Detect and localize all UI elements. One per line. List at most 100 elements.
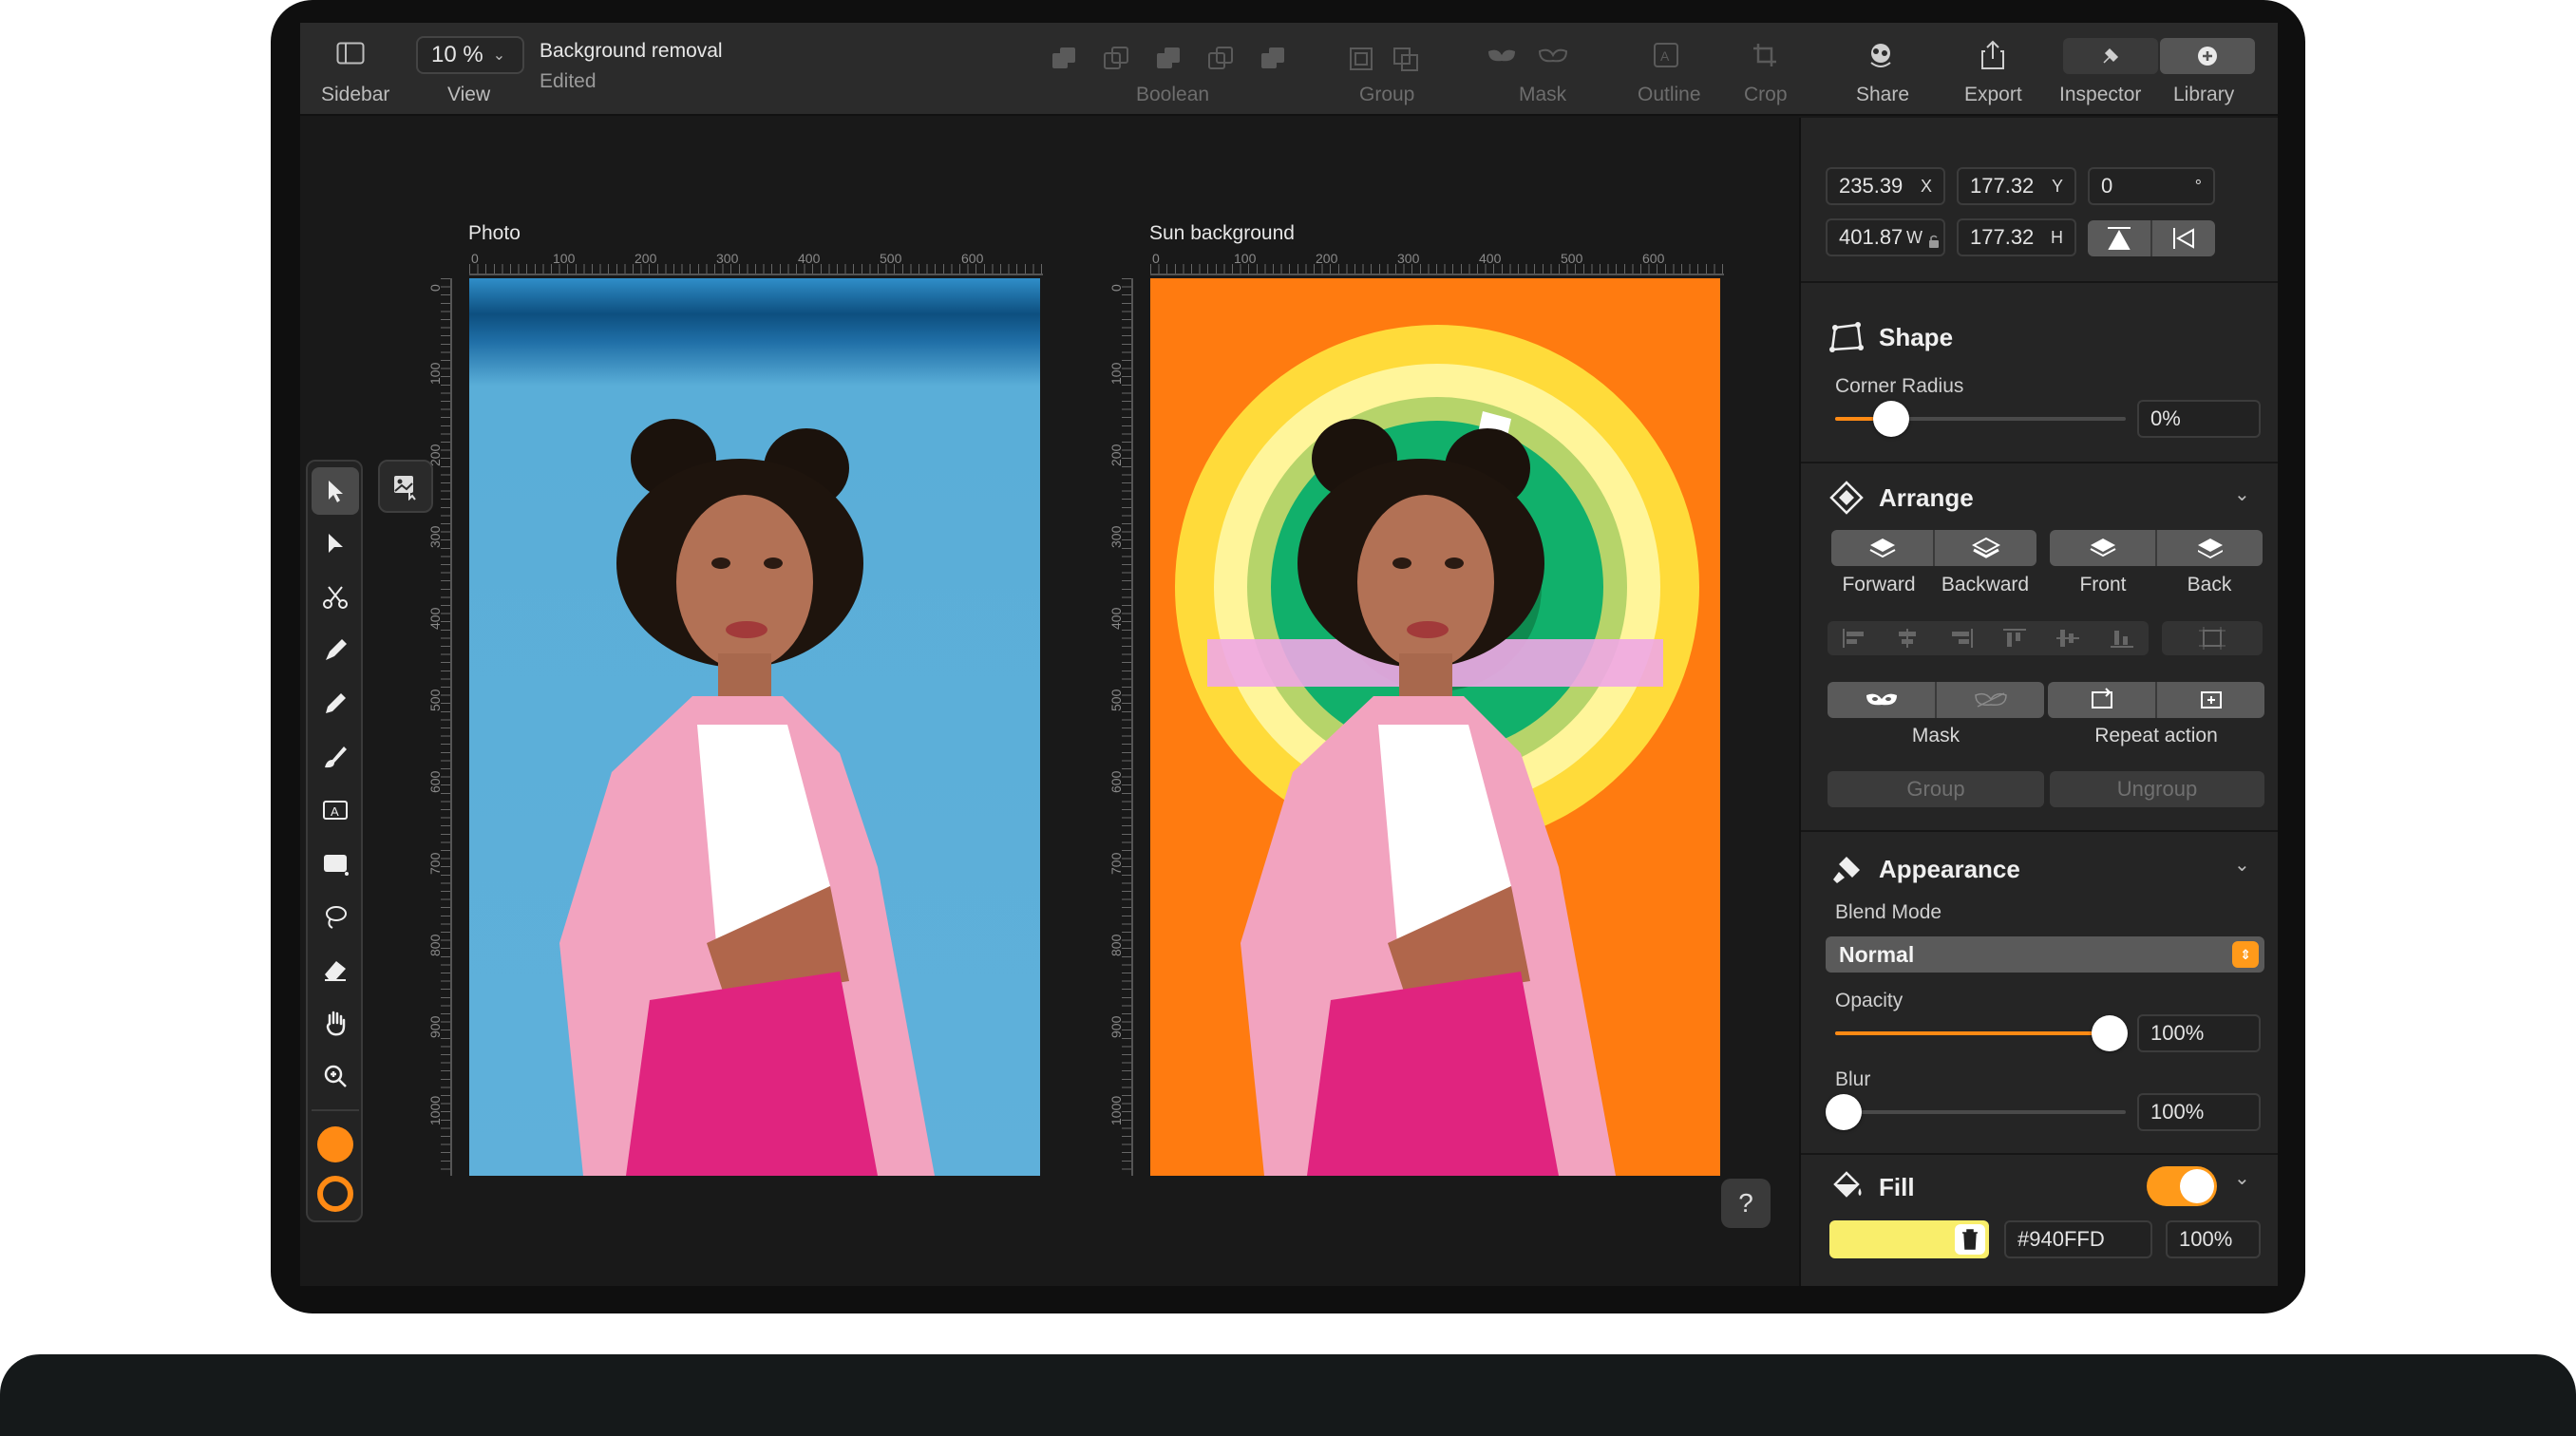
align-left-button[interactable]	[1828, 621, 1881, 655]
ruler-tick: 100	[1108, 362, 1124, 385]
sun-background-artboard[interactable]	[1150, 278, 1720, 1176]
ruler-tick: 300	[716, 251, 739, 266]
boolean-ops-icon	[1052, 47, 1284, 69]
blend-mode-select[interactable]: Normal ⇕	[1826, 936, 2264, 973]
ruler-tick: 0	[471, 251, 479, 266]
zoom-tool[interactable]	[312, 1052, 359, 1100]
brush-tool[interactable]	[312, 733, 359, 781]
arrange-chevron-down-icon[interactable]: ⌄	[2234, 482, 2250, 506]
boolean-label: Boolean	[1136, 84, 1210, 105]
export-label: Export	[1964, 84, 2022, 105]
mask-buttons	[1828, 682, 2044, 718]
rotation-field[interactable]: 0 °	[2088, 167, 2215, 205]
image-remove-bg-icon	[394, 476, 416, 501]
scissors-tool[interactable]	[312, 574, 359, 621]
rotation-value: 0	[2101, 174, 2113, 198]
crop-button[interactable]: Crop	[1725, 23, 1801, 116]
ruler-tick: 900	[1108, 1015, 1124, 1038]
ruler-tick: 700	[1108, 852, 1124, 875]
width-field[interactable]: 401.87 W	[1826, 218, 1945, 256]
photo-artboard[interactable]	[469, 278, 1040, 1176]
laptop-base	[0, 1354, 2576, 1436]
appearance-brush-icon	[1833, 857, 1860, 883]
stroke-color-swatch[interactable]	[317, 1176, 353, 1212]
repeat-add-button[interactable]	[2155, 682, 2264, 718]
text-tool[interactable]: A	[312, 786, 359, 834]
library-label: Library	[2173, 84, 2235, 105]
flip-vertical-button[interactable]	[2088, 220, 2150, 256]
delete-fill-button[interactable]	[1955, 1224, 1985, 1255]
paint-bucket-icon	[1833, 1171, 1862, 1198]
fill-color-swatch[interactable]	[1829, 1220, 1989, 1258]
appearance-chevron-down-icon[interactable]: ⌄	[2234, 853, 2250, 877]
group-button[interactable]: Group	[1828, 771, 2044, 807]
y-position-field[interactable]: 177.32 Y	[1957, 167, 2076, 205]
hand-tool[interactable]	[312, 999, 359, 1047]
mask-button[interactable]: Mask	[1485, 23, 1580, 116]
opacity-field[interactable]: 100%	[2137, 1014, 2261, 1052]
align-bottom-button[interactable]	[2095, 621, 2149, 655]
library-button[interactable]	[2160, 38, 2255, 74]
ungroup-button[interactable]: Ungroup	[2050, 771, 2264, 807]
divider	[1801, 281, 2278, 283]
corner-radius-label: Corner Radius	[1835, 375, 1964, 397]
toolbar: Sidebar 10 % ⌄ View Background removal E…	[300, 23, 2278, 116]
select-tool[interactable]	[312, 467, 359, 515]
height-field[interactable]: 177.32 H	[1957, 218, 2076, 256]
x-suffix: X	[1920, 177, 1932, 196]
blur-knob[interactable]	[1826, 1094, 1862, 1130]
x-position-field[interactable]: 235.39 X	[1826, 167, 1945, 205]
align-middle-button[interactable]	[2041, 621, 2094, 655]
flip-horizontal-button[interactable]	[2152, 220, 2215, 256]
bring-front-button[interactable]	[2050, 530, 2155, 566]
send-back-button[interactable]	[2155, 530, 2263, 566]
blur-track[interactable]	[1835, 1110, 2126, 1114]
fill-opacity-field[interactable]: 100%	[2166, 1220, 2261, 1258]
share-button[interactable]: Share	[1837, 23, 1923, 116]
zoom-select[interactable]: 10 % ⌄	[416, 36, 524, 74]
blur-field[interactable]: 100%	[2137, 1093, 2261, 1131]
direct-select-tool[interactable]	[312, 520, 359, 568]
fill-tool[interactable]	[312, 893, 359, 940]
mask-release-button[interactable]	[1935, 682, 2044, 718]
align-top-button[interactable]	[1988, 621, 2041, 655]
corner-radius-field[interactable]: 0%	[2137, 400, 2261, 438]
lasso-icon	[326, 906, 347, 929]
pencil-tool[interactable]	[312, 680, 359, 727]
align-right-button[interactable]	[1935, 621, 1988, 655]
distribute-button[interactable]	[2162, 621, 2263, 655]
outline-label: Outline	[1638, 84, 1701, 105]
divider	[1801, 830, 2278, 832]
ruler-tick: 500	[880, 251, 902, 266]
align-center-h-button[interactable]	[1881, 621, 1934, 655]
fill-color-swatch[interactable]	[317, 1126, 353, 1162]
send-backward-button[interactable]	[1933, 530, 2036, 566]
export-button[interactable]: Export	[1949, 23, 2035, 116]
canvas[interactable]: Photo Sun background 0 100 200 300 400 5…	[300, 118, 1797, 1286]
inspector-button[interactable]	[2063, 38, 2158, 74]
ruler-tick: 100	[1234, 251, 1257, 266]
repeat-action-button[interactable]	[2048, 682, 2155, 718]
corner-radius-knob[interactable]	[1873, 401, 1909, 437]
outline-button[interactable]: A Outline	[1622, 23, 1708, 116]
fill-chevron-down-icon[interactable]: ⌄	[2234, 1166, 2250, 1190]
opacity-knob[interactable]	[2092, 1015, 2128, 1051]
flip-vertical-icon	[2108, 227, 2131, 250]
pen-tool[interactable]	[312, 627, 359, 674]
boolean-group: Boolean	[1051, 23, 1307, 116]
help-button[interactable]: ?	[1721, 1179, 1771, 1228]
eraser-tool[interactable]	[312, 946, 359, 993]
fill-toggle[interactable]	[2147, 1166, 2217, 1206]
bring-forward-button[interactable]	[1831, 530, 1933, 566]
group-button[interactable]: Group	[1345, 23, 1430, 116]
backward-label: Backward	[1941, 574, 2030, 595]
shape-tool[interactable]	[312, 840, 359, 887]
lock-icon[interactable]	[1926, 234, 1941, 249]
divider	[1801, 462, 2278, 463]
sidebar-toggle-button[interactable]: Sidebar	[300, 23, 399, 116]
mask-apply-button[interactable]	[1828, 682, 1935, 718]
background-removal-button[interactable]	[378, 460, 433, 513]
fill-hex-field[interactable]: #940FFD	[2004, 1220, 2152, 1258]
ruler-tick: 200	[635, 251, 657, 266]
ruler-tick: 0	[1152, 251, 1160, 266]
